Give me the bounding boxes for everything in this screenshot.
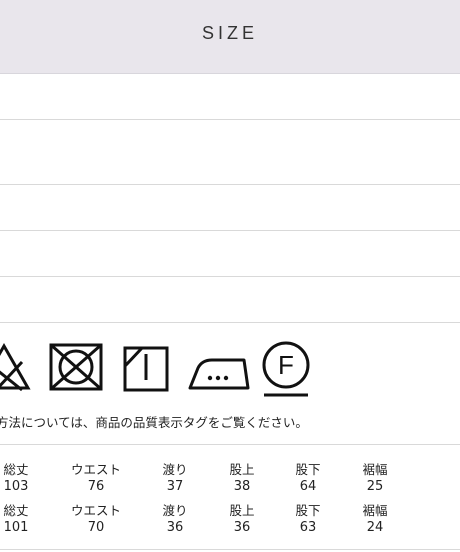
size-label: 股上 xyxy=(229,503,255,518)
size-row-labels: 総丈 ウエスト 渡り 股上 股下 裾幅 xyxy=(0,459,460,479)
size-label: 渡り xyxy=(162,503,188,518)
divider xyxy=(0,322,460,323)
divider xyxy=(0,444,460,445)
size-value: 36 xyxy=(166,520,184,535)
size-label: 股下 xyxy=(295,503,321,518)
svg-text:F: F xyxy=(278,350,294,380)
size-value: 70 xyxy=(87,520,105,535)
size-row-values: 103 76 37 38 64 25 xyxy=(0,479,460,499)
size-label: 渡り xyxy=(162,462,188,477)
size-value: 36 xyxy=(233,520,251,535)
size-label: 股上 xyxy=(229,462,255,477)
divider xyxy=(0,549,460,550)
size-label: ウエスト xyxy=(70,462,122,477)
size-value: 76 xyxy=(87,479,105,494)
divider xyxy=(0,119,460,120)
iron-medium-icon xyxy=(188,358,250,390)
size-value: 38 xyxy=(233,479,251,494)
size-value: 64 xyxy=(299,479,317,494)
size-row-values: 101 70 36 36 63 24 xyxy=(0,520,460,540)
size-value: 37 xyxy=(166,479,184,494)
divider xyxy=(0,230,460,231)
bleach-not-allowed-icon xyxy=(0,342,31,392)
size-label: 裾幅 xyxy=(362,503,388,518)
size-value: 101 xyxy=(3,520,29,535)
size-value: 103 xyxy=(3,479,29,494)
size-value: 25 xyxy=(366,479,384,494)
size-label: 総丈 xyxy=(3,462,29,477)
size-label: ウエスト xyxy=(70,503,122,518)
divider xyxy=(0,276,460,277)
size-title: SIZE xyxy=(201,23,258,43)
do-not-tumble-dry-icon xyxy=(49,343,103,391)
size-value: 24 xyxy=(366,520,384,535)
size-label: 裾幅 xyxy=(362,462,388,477)
divider xyxy=(0,184,460,185)
size-label: 総丈 xyxy=(3,503,29,518)
size-row-labels: 総丈 ウエスト 渡り 股上 股下 裾幅 xyxy=(0,500,460,520)
dry-clean-f-icon: F xyxy=(262,341,310,397)
size-header: SIZE xyxy=(0,0,460,74)
care-note: 方法については、商品の品質表示タグをご覧ください。 xyxy=(0,415,308,430)
size-label: 股下 xyxy=(295,462,321,477)
size-value: 63 xyxy=(299,520,317,535)
drip-dry-icon xyxy=(123,346,169,392)
care-icons: F xyxy=(0,340,460,400)
